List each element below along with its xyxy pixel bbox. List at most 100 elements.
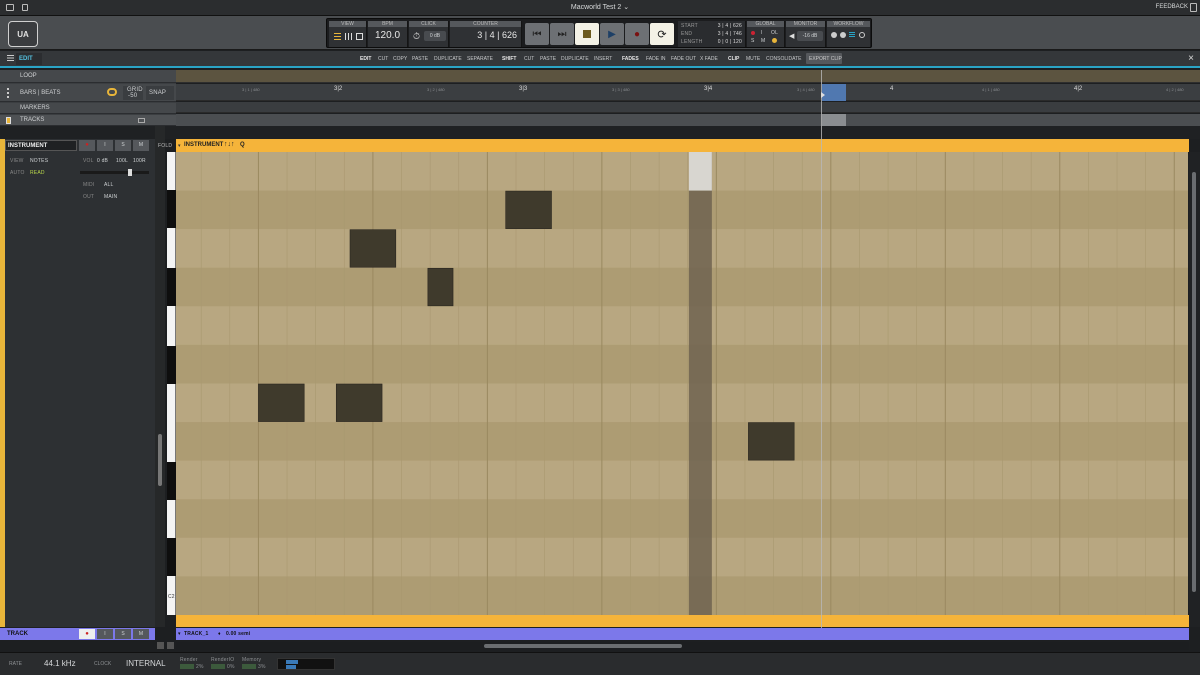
- loop-button[interactable]: ⟳: [650, 23, 674, 45]
- cut-button[interactable]: CUT: [378, 56, 388, 62]
- quantize-button[interactable]: Q: [240, 142, 245, 148]
- view-browser-icon[interactable]: [356, 33, 363, 40]
- track-mute-button[interactable]: M: [133, 629, 149, 639]
- record-button[interactable]: ●: [625, 23, 649, 45]
- start-value[interactable]: 3 | 4 | 626: [718, 23, 742, 29]
- midi-note[interactable]: [748, 422, 795, 461]
- bars-beats-lane-header[interactable]: BARS | BEATS GRID -50 SNAP: [0, 84, 176, 102]
- horizontal-scrollbar-thumb[interactable]: [484, 644, 682, 648]
- workflow-gear-icon[interactable]: [859, 32, 865, 38]
- paste-button[interactable]: PASTE: [412, 56, 428, 62]
- bpm-section[interactable]: BPM 120.0: [368, 21, 408, 47]
- black-key[interactable]: [167, 190, 176, 228]
- track-scrollbar-thumb[interactable]: [158, 434, 162, 486]
- track-clip-bar[interactable]: ▾ TRACK_1 ♦ 0.00 semi: [176, 628, 1189, 640]
- velocity-icon[interactable]: ↑↓↑: [224, 141, 235, 148]
- pitch-row[interactable]: [176, 460, 1188, 500]
- grid-selector[interactable]: GRID -50: [123, 86, 143, 100]
- user-icon[interactable]: [1190, 3, 1197, 12]
- pan-right-value[interactable]: 100R: [133, 158, 146, 164]
- play-button[interactable]: ▶: [600, 23, 624, 45]
- pitch-row[interactable]: [176, 383, 1188, 423]
- tracks-lane[interactable]: [176, 114, 1200, 126]
- pitch-row[interactable]: [176, 229, 1188, 268]
- pitch-row[interactable]: [176, 422, 1188, 461]
- menu-icon[interactable]: [7, 55, 14, 61]
- out-value[interactable]: MAIN: [104, 194, 117, 200]
- fade-in-button[interactable]: FADE IN: [646, 56, 665, 62]
- markers-lane[interactable]: [176, 102, 1200, 113]
- right-scrollbar-thumb[interactable]: [1192, 172, 1196, 592]
- midi-note[interactable]: [258, 383, 305, 422]
- playhead-marker-icon[interactable]: [821, 92, 825, 98]
- black-key[interactable]: [167, 268, 176, 306]
- pitch-row[interactable]: [176, 344, 1188, 384]
- ruler-lane[interactable]: 3|2 3|3 3|4 4 4|2 3 | 1 | 480 3 | 2 | 480 3 | 3…: [176, 84, 1200, 101]
- close-icon[interactable]: ×: [1188, 53, 1194, 64]
- auto-mode[interactable]: READ: [30, 170, 45, 176]
- monitor-level[interactable]: -16 dB: [797, 31, 823, 41]
- metronome-icon[interactable]: ⏱: [413, 31, 420, 42]
- instrument-name-field[interactable]: INSTRUMENT: [5, 140, 77, 151]
- click-level[interactable]: 0 dB: [424, 31, 446, 41]
- pitch-row[interactable]: [176, 190, 1188, 230]
- track-input-button[interactable]: I: [97, 629, 113, 639]
- vol-value[interactable]: 0 dB: [97, 158, 108, 164]
- pitch-row[interactable]: [176, 576, 1188, 615]
- track-record-button[interactable]: ●: [79, 629, 95, 639]
- midi-note[interactable]: [505, 190, 552, 229]
- stop-button[interactable]: [575, 23, 599, 45]
- midi-note[interactable]: [349, 229, 397, 268]
- loop-lane[interactable]: [176, 70, 1200, 83]
- pitch-row[interactable]: [176, 499, 1188, 538]
- consolidate-button[interactable]: CONSOLIDATE: [766, 56, 801, 62]
- zoom-out-button[interactable]: [167, 642, 174, 649]
- feedback-button[interactable]: FEEDBACK: [1156, 4, 1188, 10]
- pitch-row[interactable]: [176, 267, 1188, 307]
- track-pitch[interactable]: 0.00 semi: [226, 631, 250, 637]
- view-list-icon[interactable]: [334, 33, 341, 40]
- pan-left-value[interactable]: 100L: [116, 158, 128, 164]
- right-scrollbar[interactable]: [1189, 152, 1200, 627]
- clock-value[interactable]: INTERNAL: [126, 659, 166, 668]
- export-clip-button[interactable]: EXPORT CLIP: [806, 53, 842, 64]
- duplicate-button[interactable]: DUPLICATE: [434, 56, 462, 62]
- midi-value[interactable]: ALL: [104, 182, 114, 188]
- workflow-list-icon[interactable]: [849, 32, 855, 38]
- view-mixer-icon[interactable]: [345, 33, 352, 40]
- counter-value[interactable]: 3 | 4 | 626: [450, 30, 521, 40]
- fold-button[interactable]: FOLD: [158, 143, 172, 149]
- instrument-solo-button[interactable]: S: [115, 140, 131, 151]
- mute-button[interactable]: MUTE: [746, 56, 760, 62]
- separate-button[interactable]: SEPARATE: [467, 56, 493, 62]
- piano-roll[interactable]: [176, 152, 1188, 615]
- volume-slider-handle[interactable]: [128, 169, 132, 176]
- forward-button[interactable]: ⏭: [550, 23, 574, 45]
- more-icon[interactable]: [7, 88, 9, 98]
- global-i[interactable]: I: [761, 30, 763, 36]
- zoom-in-button[interactable]: [157, 642, 164, 649]
- bpm-value[interactable]: 120.0: [368, 30, 407, 41]
- black-key[interactable]: [167, 538, 176, 576]
- view-mode[interactable]: NOTES: [30, 158, 48, 164]
- instrument-mute-button[interactable]: M: [133, 140, 149, 151]
- black-key[interactable]: [167, 346, 176, 384]
- midi-note[interactable]: [335, 383, 383, 422]
- volume-slider[interactable]: [80, 169, 149, 176]
- workflow-dot-icon[interactable]: [831, 32, 837, 38]
- track-header[interactable]: TRACK ● I S M: [0, 628, 155, 640]
- playhead[interactable]: [821, 70, 822, 640]
- pitch-row[interactable]: [176, 306, 1188, 345]
- global-ol[interactable]: OL: [771, 30, 778, 36]
- shift-paste-button[interactable]: PASTE: [540, 56, 556, 62]
- selected-cell[interactable]: [688, 152, 712, 191]
- pitch-row[interactable]: [176, 537, 1188, 577]
- fade-out-button[interactable]: FADE OUT: [671, 56, 696, 62]
- track-scrollbar[interactable]: [155, 126, 165, 627]
- shift-duplicate-button[interactable]: DUPLICATE: [561, 56, 589, 62]
- snap-selector[interactable]: SNAP: [146, 86, 174, 100]
- instrument-clip-bar[interactable]: ▾ INSTRUMENT ↑↓↑ Q: [176, 139, 1189, 152]
- horizontal-scrollbar[interactable]: [176, 642, 1189, 650]
- insert-button[interactable]: INSERT: [594, 56, 612, 62]
- track-solo-button[interactable]: S: [115, 629, 131, 639]
